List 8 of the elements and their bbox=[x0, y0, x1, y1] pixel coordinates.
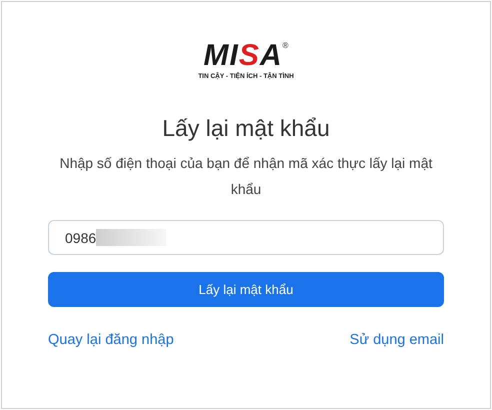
text-link[interactable]: Sử dụng email bbox=[350, 332, 444, 348]
text-link[interactable]: Quay lại đăng nhập bbox=[48, 332, 174, 348]
phone-input-field[interactable]: 0986 bbox=[48, 220, 444, 255]
instruction-text: Nhập số điện thoại của bạn để nhận mã xác thực lấy lại mật khẩu bbox=[58, 154, 434, 199]
logo-wordmark: MISA bbox=[204, 42, 283, 70]
page-title: Lấy lại mật khẩu bbox=[162, 114, 330, 142]
registered-mark: ® bbox=[282, 42, 288, 50]
submit-button[interactable]: Lấy lại mật khẩu bbox=[48, 272, 444, 307]
